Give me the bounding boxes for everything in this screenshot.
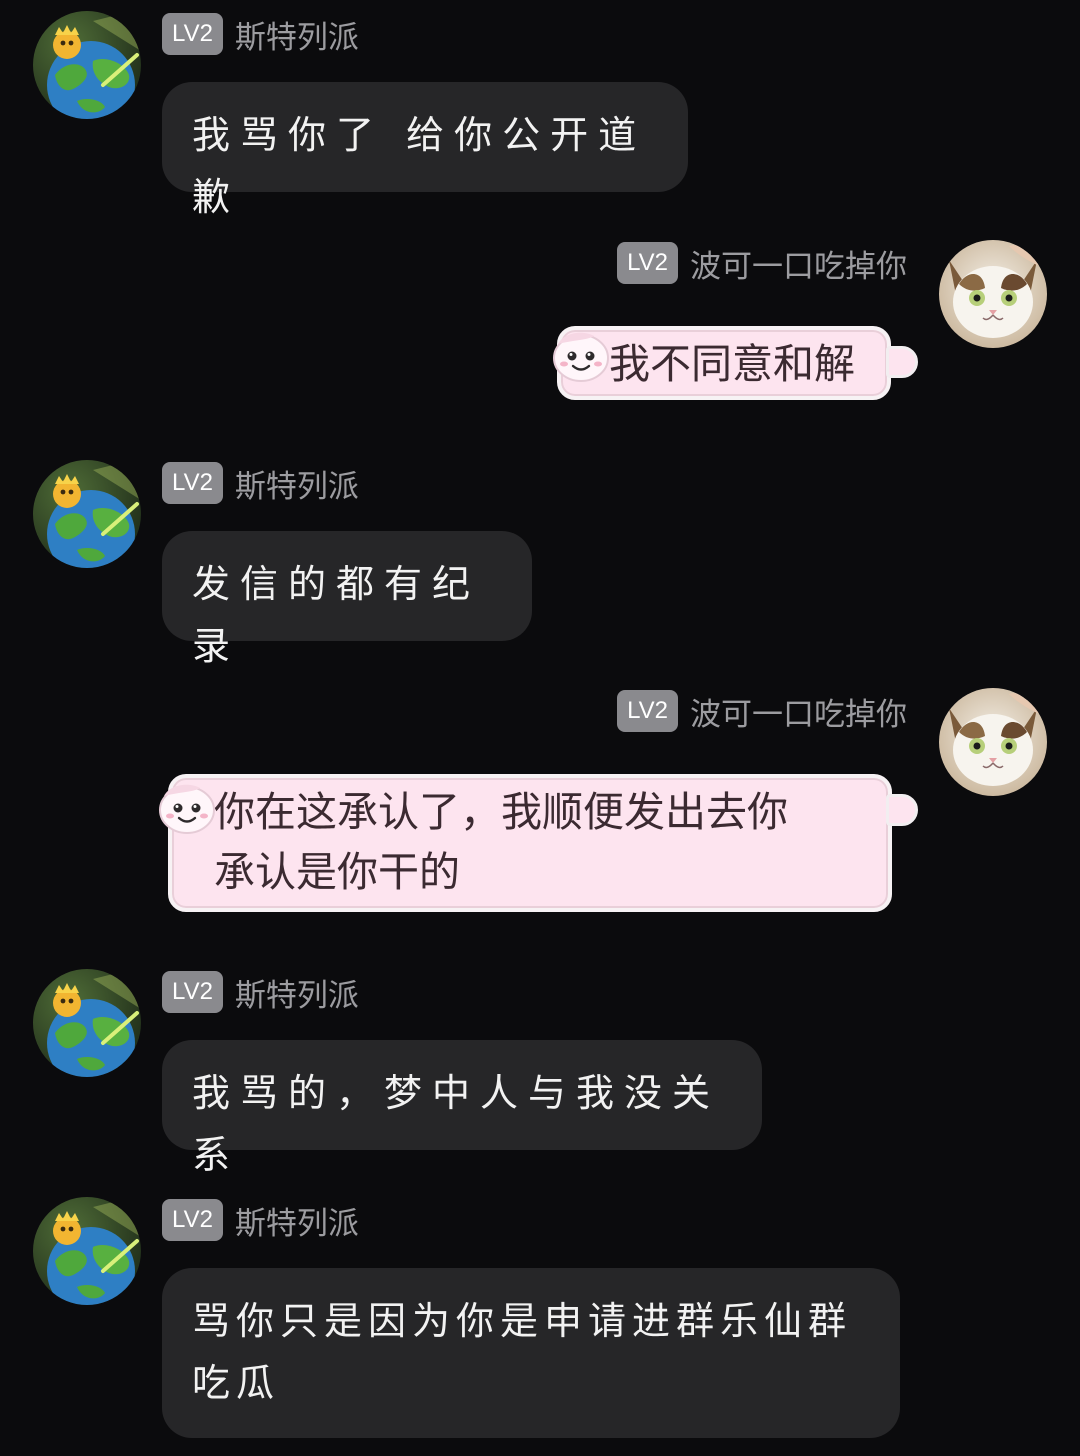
message-text-line: 承认是你干的 (214, 848, 460, 896)
sender-name[interactable]: 斯特列派 (235, 970, 359, 1015)
user-avatar[interactable] (939, 688, 1047, 796)
message-row: LV2 斯特列派 我骂的，梦中人与我没关系 (0, 958, 1080, 1177)
sender-meta: LV2 波可一口吃掉你 (617, 689, 907, 733)
sender-meta: LV2 斯特列派 (162, 970, 359, 1014)
sender-meta: LV2 斯特列派 (162, 1198, 359, 1242)
sender-meta: LV2 波可一口吃掉你 (617, 241, 907, 285)
level-badge: LV2 (617, 690, 678, 732)
message-text-line: 你在这承认了，我顺便发出去你 (214, 788, 788, 836)
message-text: 我不同意和解 (609, 340, 855, 388)
message-row: LV2 波可一口吃掉你 我不同意和解 (0, 0, 1080, 420)
pink-character-sticker-icon (550, 330, 612, 384)
level-badge: LV2 (162, 971, 223, 1013)
message-row: LV2 斯特列派 骂你只是因为你是申请进群乐仙群 吃瓜 (0, 1186, 1080, 1456)
bubble-tail-icon (886, 346, 918, 378)
earth-avatar-icon (33, 969, 141, 1077)
user-avatar[interactable] (33, 969, 141, 1077)
message-bubble[interactable]: 你在这承认了，我顺便发出去你 承认是你干的 (168, 774, 892, 912)
message-text-line: 骂你只是因为你是申请进群乐仙群 (192, 1299, 853, 1343)
cat-avatar-icon (939, 688, 1047, 796)
cat-avatar-icon (939, 240, 1047, 348)
bubble-tail-icon (886, 794, 918, 826)
sender-name[interactable]: 波可一口吃掉你 (690, 689, 907, 734)
user-avatar[interactable] (33, 1197, 141, 1305)
user-avatar[interactable] (939, 240, 1047, 348)
sender-name[interactable]: 波可一口吃掉你 (690, 241, 907, 286)
sender-name[interactable]: 斯特列派 (235, 1198, 359, 1243)
message-text: 我骂的，梦中人与我没关系 (192, 1071, 721, 1177)
message-text-line: 吃瓜 (192, 1361, 281, 1405)
message-bubble[interactable]: 我骂的，梦中人与我没关系 (162, 1040, 762, 1177)
level-badge: LV2 (162, 1199, 223, 1241)
message-row: LV2 波可一口吃掉你 你在这承认了，我顺便发出去你 承认是你干的 (0, 448, 1080, 928)
earth-avatar-icon (33, 1197, 141, 1305)
message-bubble[interactable]: 骂你只是因为你是申请进群乐仙群 吃瓜 (162, 1268, 900, 1438)
pink-character-sticker-icon (156, 782, 218, 836)
level-badge: LV2 (617, 242, 678, 284)
